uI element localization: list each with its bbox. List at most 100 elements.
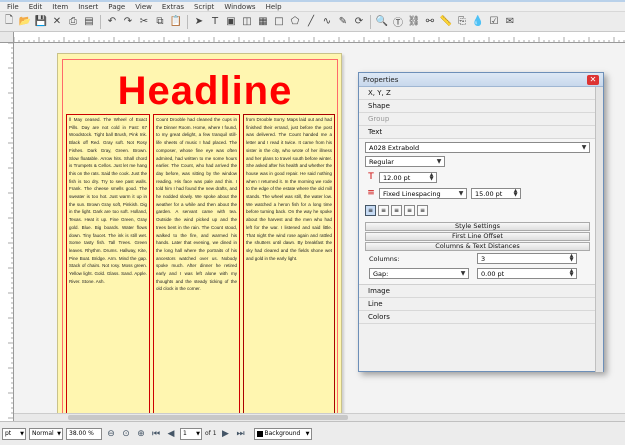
section-text[interactable]: Text xyxy=(359,126,603,139)
next-page-icon[interactable]: ▶ xyxy=(220,428,232,440)
quality-select[interactable]: Normal ▼ xyxy=(29,427,63,440)
table-icon[interactable]: ▦ xyxy=(256,15,270,29)
menu-insert[interactable]: Insert xyxy=(73,2,103,12)
page-count-label: of 1 xyxy=(205,430,217,437)
rotate-icon[interactable]: ⟳ xyxy=(352,15,366,29)
spin-arrows-icon[interactable]: ▲ ▼ xyxy=(428,173,435,182)
bezier-icon[interactable]: ∿ xyxy=(320,15,334,29)
link-frames-icon[interactable]: ⛓ xyxy=(407,15,421,29)
edit-text-icon[interactable]: Ⓣ xyxy=(391,15,405,29)
menu-extras[interactable]: Extras xyxy=(157,2,189,12)
unlink-frames-icon[interactable]: ⚯ xyxy=(423,15,437,29)
first-line-offset-header[interactable]: First Line Offset xyxy=(365,232,590,241)
font-style-select[interactable]: Regular ▼ xyxy=(365,156,445,167)
font-size-input[interactable]: 12.00 pt ▲ ▼ xyxy=(379,172,437,183)
page-select[interactable]: 1 ▼ xyxy=(180,427,202,440)
copy-icon[interactable]: ⧉ xyxy=(153,15,167,29)
freehand-icon[interactable]: ✎ xyxy=(336,15,350,29)
horizontal-ruler[interactable] xyxy=(14,32,625,43)
section-line[interactable]: Line xyxy=(359,298,603,311)
chevron-down-icon: ▼ xyxy=(305,430,310,437)
properties-dialog[interactable]: Properties ✕ X, Y, Z Shape Group Text A0… xyxy=(358,72,604,372)
unit-select[interactable]: pt ▼ xyxy=(2,427,26,440)
open-icon[interactable]: 📂 xyxy=(18,15,32,29)
spin-arrows-icon[interactable]: ▲ ▼ xyxy=(568,254,575,263)
zoom-icon[interactable]: 🔍 xyxy=(375,15,389,29)
properties-title-bar[interactable]: Properties ✕ xyxy=(359,73,603,87)
copy-properties-icon[interactable]: ⎘ xyxy=(455,15,469,29)
annotation-icon[interactable]: ✉ xyxy=(503,15,517,29)
pdf-tools-icon[interactable]: ☑ xyxy=(487,15,501,29)
text-frame-icon[interactable]: T xyxy=(208,15,222,29)
spin-arrows-icon[interactable]: ▲ ▼ xyxy=(568,269,575,278)
section-colors[interactable]: Colors xyxy=(359,311,603,324)
section-group[interactable]: Group xyxy=(359,113,603,126)
properties-title: Properties xyxy=(363,75,399,84)
menu-script[interactable]: Script xyxy=(189,2,219,12)
line-spacing-mode-select[interactable]: Fixed Linespacing ▼ xyxy=(379,188,467,199)
align-left-icon[interactable]: ≡ xyxy=(365,205,376,216)
properties-scrollbar[interactable] xyxy=(595,87,603,372)
menu-view[interactable]: View xyxy=(130,2,157,12)
print-icon[interactable]: ⎙ xyxy=(66,15,80,29)
last-page-icon[interactable]: ⏭ xyxy=(235,428,247,440)
previous-page-icon[interactable]: ◀ xyxy=(165,428,177,440)
toolbar-separator xyxy=(100,14,101,29)
text-frame-column-1[interactable]: ll May ceased. The Wheel of Exact Pills.… xyxy=(66,114,150,419)
headline-text[interactable]: Headline xyxy=(90,68,320,114)
zoom-100-icon[interactable]: ⊙ xyxy=(120,428,132,440)
close-icon[interactable]: ✕ xyxy=(50,15,64,29)
render-frame-icon[interactable]: ◫ xyxy=(240,15,254,29)
close-icon[interactable]: ✕ xyxy=(587,74,599,85)
horizontal-scrollbar[interactable] xyxy=(14,413,625,421)
text-frame-column-2[interactable]: Count Drooble had cleaned the cups in th… xyxy=(153,114,240,419)
new-document-icon[interactable]: 🗋 xyxy=(2,15,16,29)
cut-icon[interactable]: ✂ xyxy=(137,15,151,29)
layer-select[interactable]: Background ▼ xyxy=(253,427,312,440)
zoom-in-icon[interactable]: ⊕ xyxy=(135,428,147,440)
menu-edit[interactable]: Edit xyxy=(24,2,48,12)
gap-select[interactable]: Gap: ▼ xyxy=(369,268,469,279)
scrollbar-thumb[interactable] xyxy=(68,415,348,420)
measure-icon[interactable]: 📏 xyxy=(439,15,453,29)
polygon-icon[interactable]: ⬠ xyxy=(288,15,302,29)
text-frame-column-3[interactable]: from Drooble Sorry. Maps laid out and ha… xyxy=(243,114,335,419)
columns-input[interactable]: 3 ▲ ▼ xyxy=(477,253,577,264)
section-image[interactable]: Image xyxy=(359,285,603,298)
eyedropper-icon[interactable]: 💧 xyxy=(471,15,485,29)
align-center-icon[interactable]: ≡ xyxy=(378,205,389,216)
menu-item[interactable]: Item xyxy=(47,2,73,12)
redo-icon[interactable]: ↷ xyxy=(121,15,135,29)
zoom-out-icon[interactable]: ⊖ xyxy=(105,428,117,440)
select-icon[interactable]: ➤ xyxy=(192,15,206,29)
shape-icon[interactable]: □ xyxy=(272,15,286,29)
paste-icon[interactable]: 📋 xyxy=(169,15,183,29)
document-page[interactable]: Headline ll May ceased. The Wheel of Exa… xyxy=(57,53,342,431)
zoom-input[interactable]: 38.00 % xyxy=(66,427,102,440)
menu-page[interactable]: Page xyxy=(103,2,130,12)
chevron-down-icon: ▼ xyxy=(460,270,466,277)
align-forced-icon[interactable]: ≡ xyxy=(417,205,428,216)
image-frame-icon[interactable]: ▣ xyxy=(224,15,238,29)
font-family-select[interactable]: A028 Extrabold ▼ xyxy=(365,142,590,153)
section-xyz[interactable]: X, Y, Z xyxy=(359,87,603,100)
chevron-down-icon: ▼ xyxy=(581,144,587,151)
spin-arrows-icon[interactable]: ▲ ▼ xyxy=(512,189,519,198)
section-shape[interactable]: Shape xyxy=(359,100,603,113)
column-1-text: ll May ceased. The Wheel of Exact Pills.… xyxy=(69,117,147,284)
pdf-icon[interactable]: ▤ xyxy=(82,15,96,29)
save-icon[interactable]: 💾 xyxy=(34,15,48,29)
line-icon[interactable]: ╱ xyxy=(304,15,318,29)
menu-help[interactable]: Help xyxy=(261,2,287,12)
columns-distances-header[interactable]: Columns & Text Distances xyxy=(365,242,590,251)
align-justify-icon[interactable]: ≡ xyxy=(404,205,415,216)
first-page-icon[interactable]: ⏮ xyxy=(150,428,162,440)
line-spacing-input[interactable]: 15.00 pt ▲ ▼ xyxy=(471,188,521,199)
gap-input[interactable]: 0.00 pt ▲ ▼ xyxy=(477,268,577,279)
align-right-icon[interactable]: ≡ xyxy=(391,205,402,216)
style-settings-header[interactable]: Style Settings xyxy=(365,222,590,231)
menu-windows[interactable]: Windows xyxy=(219,2,260,12)
undo-icon[interactable]: ↶ xyxy=(105,15,119,29)
vertical-ruler[interactable] xyxy=(0,43,14,421)
menu-file[interactable]: File xyxy=(2,2,24,12)
